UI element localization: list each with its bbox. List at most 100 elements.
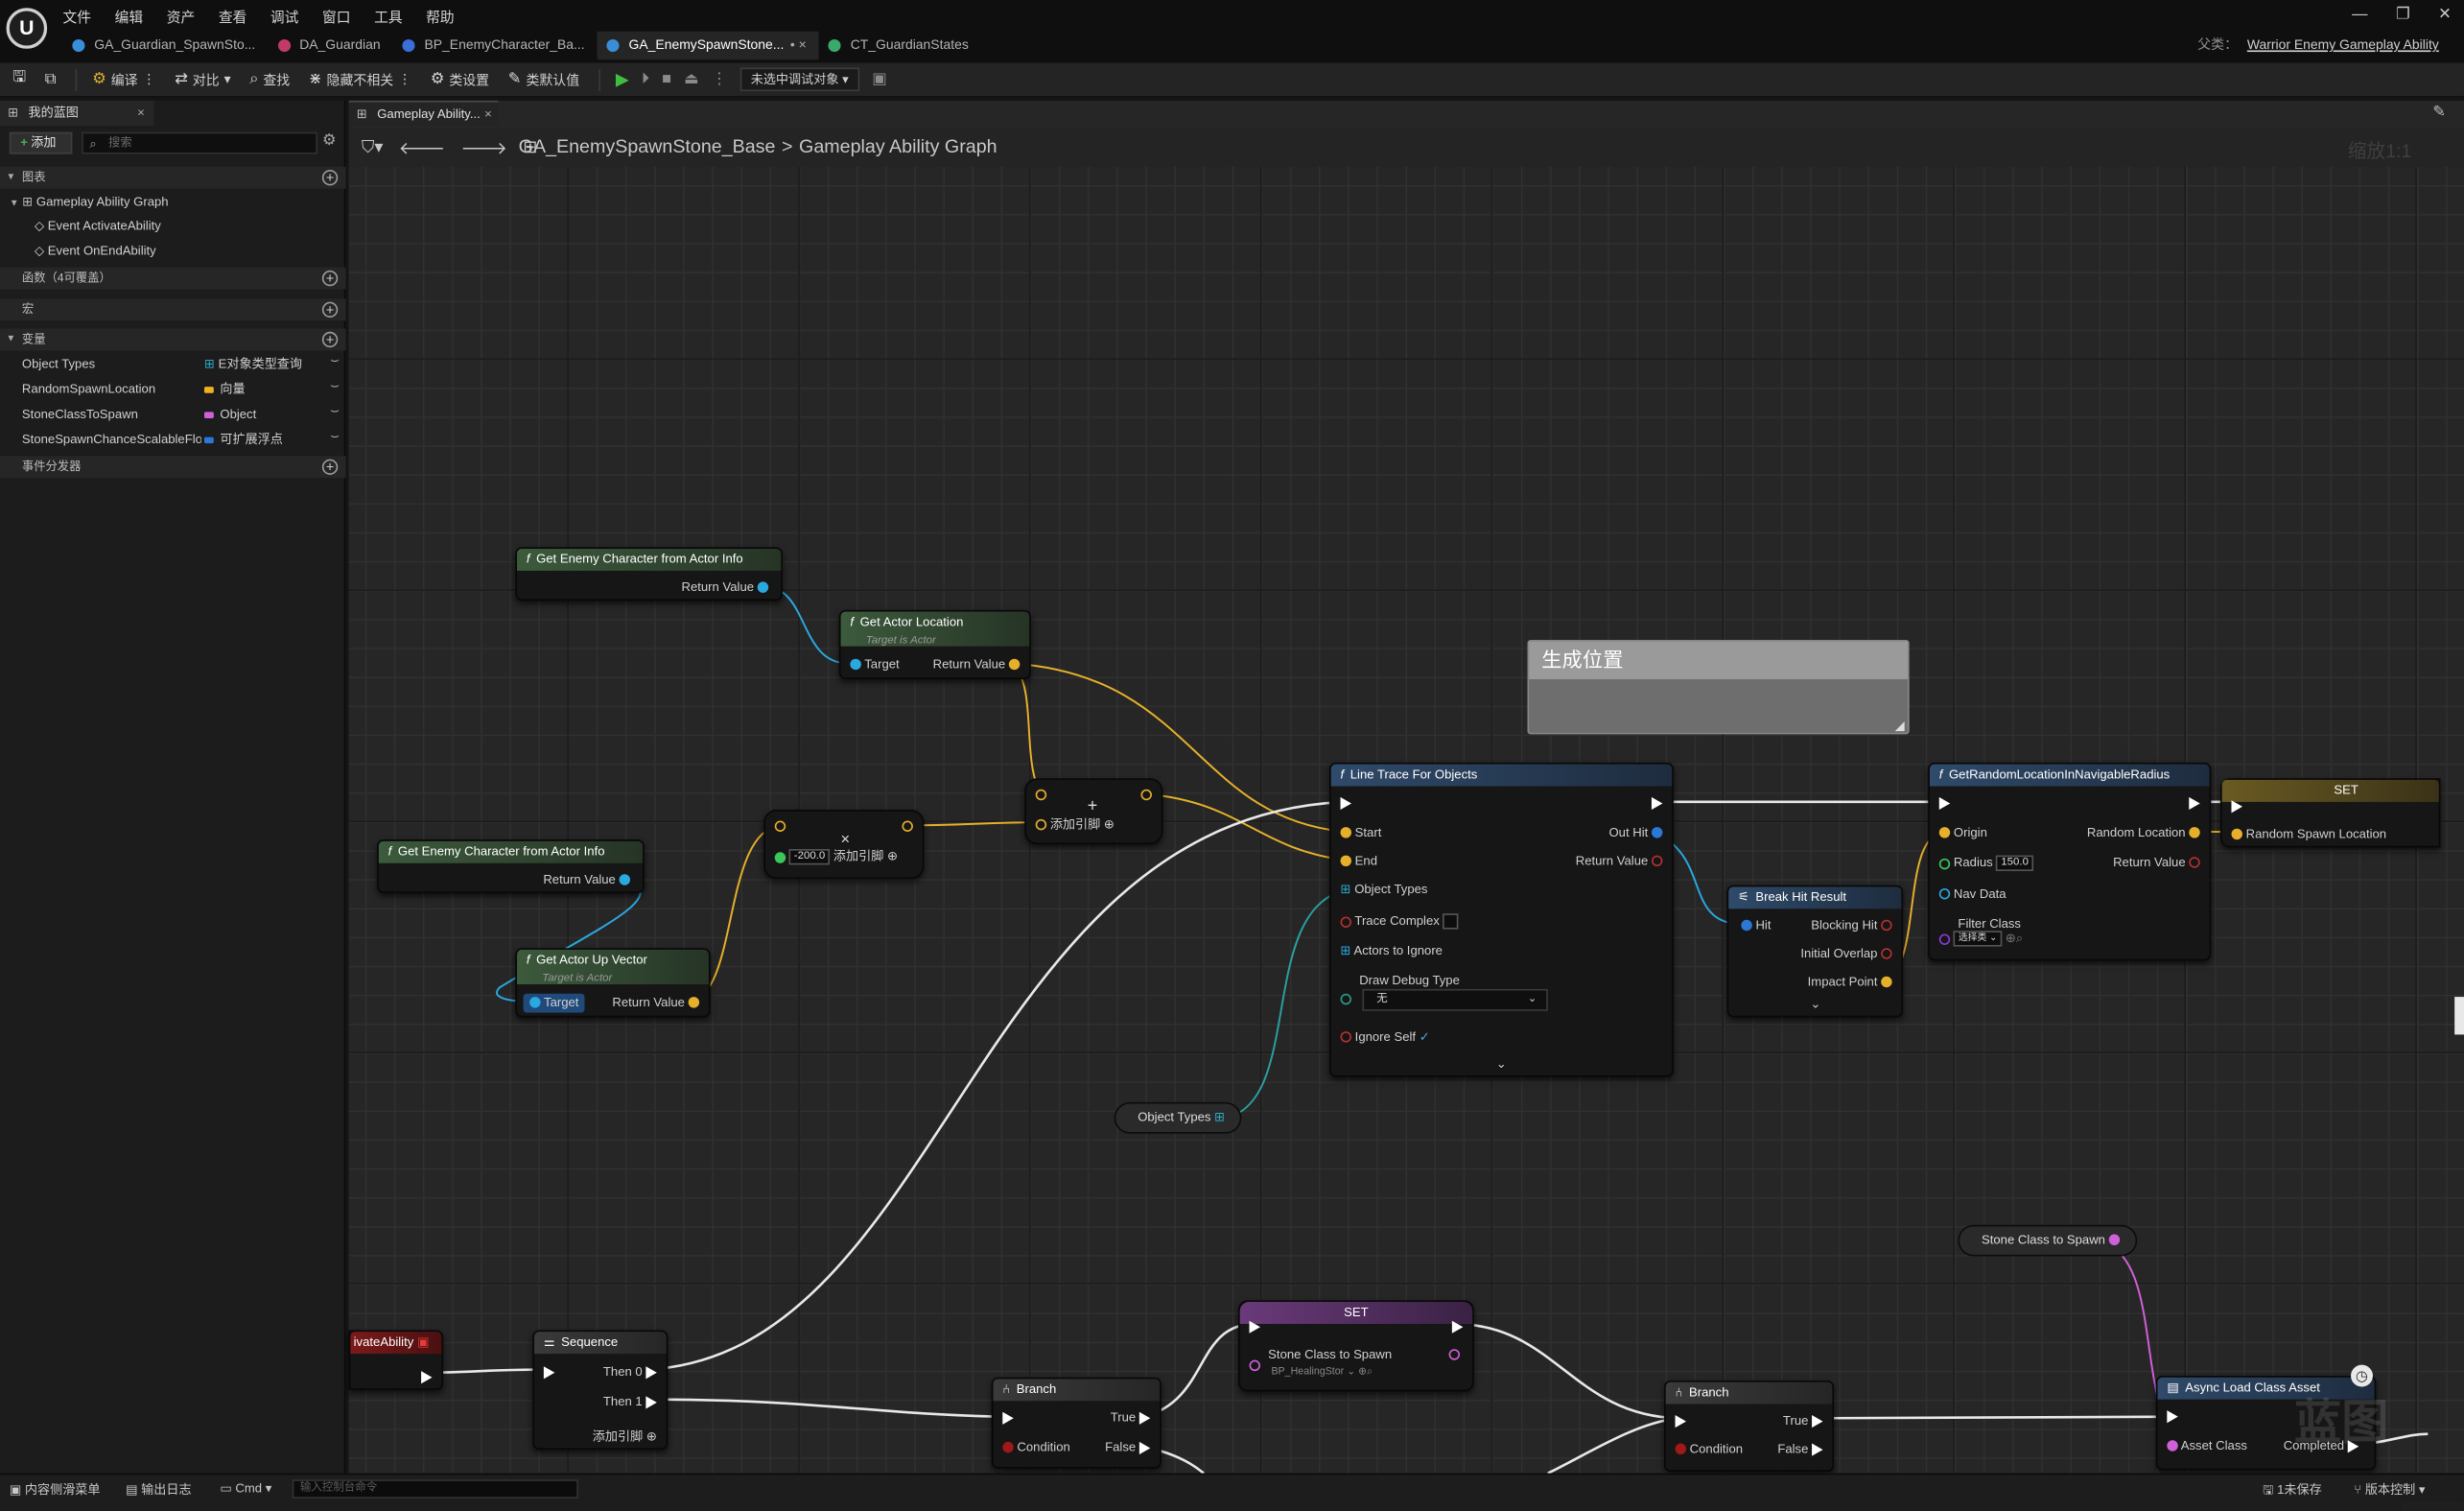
- pin-initial-overlap[interactable]: Initial Overlap: [1800, 947, 1892, 962]
- browse-icon[interactable]: ⧉: [45, 71, 57, 88]
- node-sequence[interactable]: ⚌ Sequence Then 0 Then 1 添加引脚 ⊕: [532, 1330, 669, 1451]
- search-input[interactable]: ⌕ 搜索: [82, 131, 317, 154]
- pin-a[interactable]: [774, 819, 786, 835]
- add-variable-icon[interactable]: +: [321, 331, 339, 348]
- pin-ignore-self[interactable]: Ignore Self ✓: [1340, 1029, 1430, 1045]
- pin-exec-out[interactable]: [421, 1369, 433, 1384]
- variable-object-types[interactable]: Object Types ⊞ E对象类型查询 ⌣: [0, 352, 345, 376]
- eye-icon[interactable]: ⌣: [330, 349, 340, 373]
- save-icon[interactable]: 🖫: [12, 66, 26, 93]
- section-variables[interactable]: ▼ 变量 +: [0, 328, 346, 351]
- tree-item-graph[interactable]: ▼ ⊞ Gameplay Ability Graph: [0, 190, 345, 214]
- pin-end[interactable]: End: [1340, 854, 1377, 869]
- node-get-enemy-character-2[interactable]: f Get Enemy Character from Actor Info Ret…: [377, 839, 645, 893]
- node-break-hit-result[interactable]: ⚟ Break Hit Result Hit Blocking Hit Initi…: [1726, 885, 1904, 1018]
- play-icon[interactable]: ▶: [616, 69, 629, 90]
- tab-ga-enemyspawnstone[interactable]: GA_EnemySpawnStone... • ×: [597, 31, 819, 60]
- node-event-activate-ability[interactable]: ivateAbility ▣: [348, 1330, 444, 1390]
- tree-item-event-activate[interactable]: ◇ Event ActivateAbility: [0, 214, 345, 238]
- node-get-random-location[interactable]: f GetRandomLocationInNavigableRadius Orig…: [1928, 762, 2212, 961]
- forward-arrow-icon[interactable]: 🡒: [461, 137, 507, 159]
- pin-object-types[interactable]: ⊞ Object Types: [1341, 882, 1428, 897]
- node-get-enemy-character-1[interactable]: f Get Enemy Character from Actor Info Ret…: [515, 547, 783, 602]
- filter-class-select[interactable]: 选择类 ⌄: [1953, 931, 2003, 947]
- add-macro-icon[interactable]: +: [321, 301, 339, 319]
- menu-edit[interactable]: 编辑: [115, 7, 144, 29]
- section-graphs[interactable]: ▼ 图表 +: [0, 166, 346, 189]
- tab-ga-guardian-spawnstone[interactable]: GA_Guardian_SpawnSto...: [63, 32, 269, 60]
- console-command-input[interactable]: 输入控制台命令: [292, 1479, 578, 1499]
- eye-icon[interactable]: ⌣: [330, 425, 340, 449]
- node-branch-2[interactable]: ⑃ Branch Condition True False: [1664, 1380, 1835, 1473]
- close-icon[interactable]: ✕: [2438, 7, 2452, 24]
- radius-input[interactable]: 150.0: [1996, 855, 2033, 871]
- pin-then-1[interactable]: Then 1: [603, 1395, 657, 1410]
- content-drawer-button[interactable]: ▣ 内容侧滑菜单: [10, 1481, 101, 1499]
- pin-true[interactable]: True: [1111, 1410, 1151, 1426]
- pin-exec-in[interactable]: [1340, 795, 1352, 811]
- use-selected-icon[interactable]: ⊕⌕: [1358, 1366, 1373, 1377]
- section-macros[interactable]: 宏 +: [0, 298, 346, 321]
- bookmark-icon[interactable]: ⛉▾: [362, 137, 384, 159]
- menu-debug[interactable]: 调试: [270, 7, 299, 29]
- pin-hit[interactable]: Hit: [1741, 918, 1771, 933]
- pin-return-value[interactable]: Return Value: [933, 657, 1021, 673]
- pin-condition[interactable]: Condition: [1002, 1440, 1070, 1455]
- node-add[interactable]: + 添加引脚 ⊕: [1024, 778, 1163, 845]
- stop-icon[interactable]: ■: [662, 71, 671, 88]
- eject-icon[interactable]: ⏏: [684, 71, 698, 88]
- ignore-self-checkbox[interactable]: ✓: [1420, 1029, 1430, 1044]
- pin-a[interactable]: [1035, 788, 1047, 803]
- add-graph-icon[interactable]: +: [321, 170, 339, 186]
- section-functions[interactable]: 函数（4可覆盖） +: [0, 267, 346, 290]
- pin-then-0[interactable]: Then 0: [603, 1365, 657, 1381]
- pin-out-hit[interactable]: Out Hit: [1608, 825, 1663, 840]
- unreal-logo-icon[interactable]: U: [6, 8, 48, 49]
- pin-blocking-hit[interactable]: Blocking Hit: [1811, 918, 1892, 933]
- eye-icon[interactable]: ⌣: [330, 374, 340, 398]
- trace-complex-checkbox[interactable]: [1443, 913, 1459, 930]
- multiply-value-input[interactable]: -200.0: [788, 849, 831, 865]
- add-button[interactable]: + 添加: [9, 131, 73, 154]
- menu-asset[interactable]: 资产: [167, 7, 196, 29]
- unsaved-button[interactable]: 🖫 1未保存: [2263, 1481, 2321, 1503]
- pin-result[interactable]: [902, 819, 913, 835]
- breadcrumb-asset[interactable]: GA_EnemySpawnStone_Base: [519, 135, 776, 157]
- node-get-stone-class-to-spawn[interactable]: Stone Class to Spawn: [1958, 1224, 2138, 1257]
- pin-origin[interactable]: Origin: [1938, 825, 1987, 840]
- pin-filter-class[interactable]: 选择类 ⌄ ⊕⌕: [1938, 931, 2023, 947]
- pin-exec-in[interactable]: [1002, 1410, 1014, 1426]
- edit-icon[interactable]: ✎: [2432, 104, 2446, 121]
- pin-b[interactable]: 添加引脚 ⊕: [1035, 817, 1115, 833]
- pin-false[interactable]: False: [1777, 1442, 1823, 1457]
- tab-ct-guardianstates[interactable]: CT_GuardianStates: [819, 32, 981, 60]
- tab-da-guardian[interactable]: DA_Guardian: [268, 32, 392, 60]
- pin-exec-in[interactable]: [2167, 1408, 2178, 1424]
- draw-debug-type-select[interactable]: 无 ⌄: [1362, 988, 1548, 1011]
- more-icon[interactable]: ⋮: [712, 71, 727, 88]
- scrollbar-handle[interactable]: [2454, 997, 2464, 1035]
- pin-start[interactable]: Start: [1340, 825, 1381, 840]
- close-icon[interactable]: ×: [484, 103, 492, 128]
- pin-exec-in[interactable]: [1249, 1319, 1260, 1334]
- add-pin-button[interactable]: 添加引脚 ⊕: [593, 1429, 657, 1445]
- node-multiply[interactable]: × -200.0 添加引脚 ⊕: [763, 810, 925, 880]
- pin-draw-debug-type[interactable]: [1340, 992, 1352, 1007]
- tree-item-event-end[interactable]: ◇ Event OnEndAbility: [0, 239, 345, 263]
- parent-class-link[interactable]: Warrior Enemy Gameplay Ability: [2247, 36, 2439, 52]
- pin-condition[interactable]: Condition: [1675, 1442, 1743, 1457]
- comment-box[interactable]: 生成位置 ◢: [1527, 640, 1910, 735]
- pin-exec-in[interactable]: [1675, 1413, 1686, 1428]
- hide-unrelated-button[interactable]: ⋇ 隐藏不相关 ⋮: [309, 70, 411, 89]
- node-line-trace-for-objects[interactable]: f Line Trace For Objects Start End ⊞ Obje…: [1329, 762, 1674, 1077]
- eye-icon[interactable]: ⌣: [330, 399, 340, 423]
- tab-close-icon[interactable]: • ×: [790, 36, 807, 52]
- pin-actors-to-ignore[interactable]: ⊞ Actors to Ignore: [1341, 943, 1443, 958]
- pin-exec-in[interactable]: [2231, 799, 2242, 815]
- pin-false[interactable]: False: [1105, 1440, 1151, 1455]
- class-defaults-button[interactable]: ✎ 类默认值: [508, 70, 579, 89]
- close-icon[interactable]: ×: [137, 101, 145, 126]
- node-get-actor-location[interactable]: f Get Actor Location Target is Actor Targe…: [838, 609, 1031, 680]
- output-log-button[interactable]: ▤ 输出日志: [126, 1481, 191, 1499]
- section-event-dispatchers[interactable]: 事件分发器 +: [0, 456, 346, 479]
